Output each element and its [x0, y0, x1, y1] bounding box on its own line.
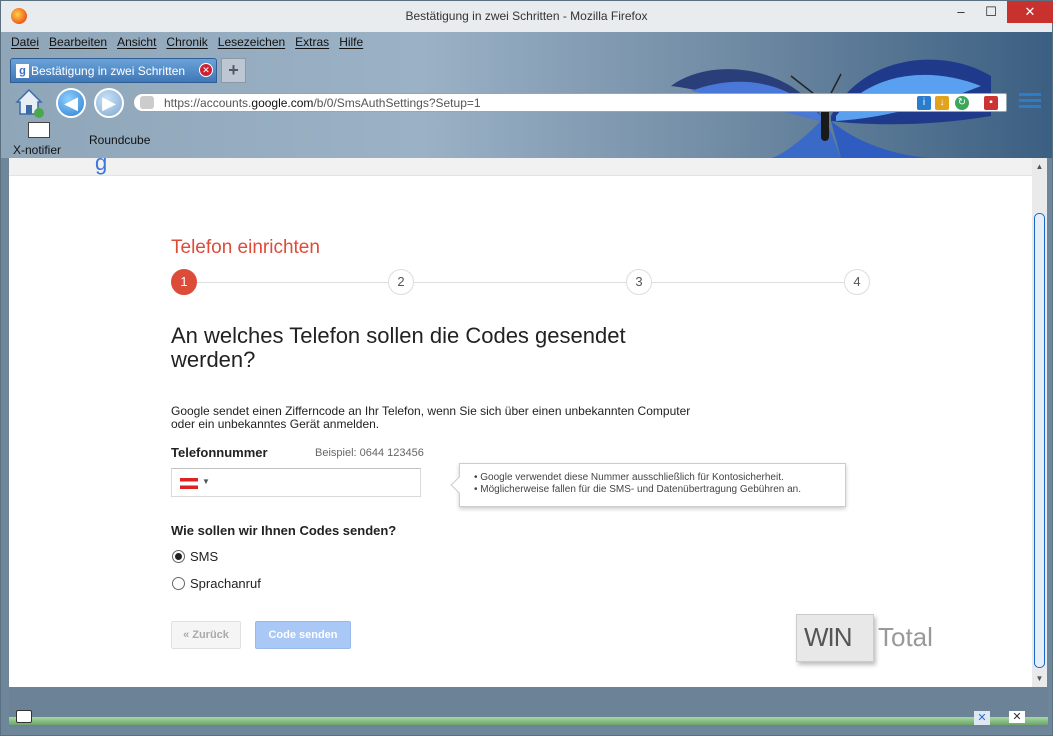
- site-identity-icon[interactable]: [140, 96, 154, 109]
- phone-number-input[interactable]: ▼: [171, 468, 421, 497]
- title-bar: Bestätigung in zwei Schritten - Mozilla …: [1, 1, 1053, 32]
- menu-datei[interactable]: Datei: [11, 35, 39, 53]
- scroll-down-icon[interactable]: ▼: [1032, 670, 1047, 687]
- close-button[interactable]: ✕: [1007, 1, 1053, 23]
- download-arrow-icon[interactable]: ↓: [935, 96, 949, 110]
- step-3: 3: [626, 269, 652, 295]
- minimize-button[interactable]: –: [946, 1, 976, 23]
- radio-sms-label[interactable]: SMS: [190, 549, 218, 564]
- step-2: 2: [388, 269, 414, 295]
- google-favicon-icon: g: [16, 64, 29, 78]
- radio-voice-call[interactable]: [172, 577, 185, 590]
- tab-close-icon[interactable]: ✕: [199, 63, 213, 77]
- menu-ansicht[interactable]: Ansicht: [117, 35, 156, 53]
- x-notifier-status-icon[interactable]: ✕: [1009, 711, 1025, 723]
- x-notifier-icon[interactable]: [28, 122, 50, 138]
- url-bar[interactable]: https://accounts.google.com/b/0/SmsAuthS…: [133, 93, 1007, 112]
- step-1: 1: [171, 269, 197, 295]
- phone-info-tooltip: • Google verwendet diese Nummer ausschli…: [450, 463, 846, 507]
- phone-label: Telefonnummer: [171, 445, 268, 460]
- watermark-part1: WIN: [804, 622, 853, 652]
- window-icon[interactable]: [16, 710, 32, 723]
- new-tab-button[interactable]: +: [221, 58, 246, 83]
- back-button[interactable]: ◀: [56, 88, 86, 118]
- radio-sms[interactable]: [172, 550, 185, 563]
- phone-question: An welches Telefon sollen die Codes gese…: [171, 323, 626, 372]
- hamburger-menu-icon[interactable]: [1019, 93, 1041, 113]
- step-4: 4: [844, 269, 870, 295]
- window-title: Bestätigung in zwei Schritten - Mozilla …: [405, 9, 648, 23]
- scroll-thumb[interactable]: [1034, 213, 1045, 668]
- addon-icon[interactable]: ▪: [984, 96, 998, 110]
- scroll-up-icon[interactable]: ▲: [1032, 158, 1047, 175]
- vertical-scrollbar[interactable]: ▲ ▼: [1032, 158, 1047, 687]
- tab-label: Bestätigung in zwei Schritten: [31, 64, 186, 78]
- google-logo-fragment: g: [95, 158, 108, 175]
- bookmark-roundcube[interactable]: Roundcube: [89, 133, 150, 147]
- addon-status-icon[interactable]: ✕: [974, 711, 990, 725]
- tooltip-arrow: [450, 476, 468, 494]
- maximize-button[interactable]: ☐: [976, 1, 1006, 23]
- status-bar: ✕ ✕: [9, 687, 1048, 727]
- country-dropdown-icon[interactable]: ▼: [202, 477, 210, 486]
- menu-bar: Datei Bearbeiten Ansicht Chronik Lesezei…: [11, 35, 373, 53]
- radio-voice-call-label[interactable]: Sprachanruf: [190, 576, 261, 591]
- progress-line: [184, 282, 864, 283]
- method-question: Wie sollen wir Ihnen Codes senden?: [171, 523, 397, 538]
- url-text[interactable]: https://accounts.google.com/b/0/SmsAuthS…: [164, 96, 481, 110]
- austria-flag-icon[interactable]: [180, 478, 198, 489]
- description-text: Google sendet einen Zifferncode an Ihr T…: [171, 404, 691, 431]
- page-content: g Telefon einrichten 1 2 3 4 An welches …: [9, 158, 1032, 687]
- google-header-strip: g: [9, 158, 1032, 176]
- watermark-part2: Total: [878, 622, 933, 652]
- menu-bearbeiten[interactable]: Bearbeiten: [49, 35, 107, 53]
- home-icon[interactable]: [13, 86, 45, 118]
- menu-hilfe[interactable]: Hilfe: [339, 35, 363, 53]
- send-code-button[interactable]: Code senden: [255, 621, 351, 649]
- sync-icon[interactable]: ↻: [955, 96, 969, 110]
- bookmark-x-notifier[interactable]: X-notifier: [13, 143, 61, 157]
- tooltip-line-2: • Möglicherweise fallen für die SMS- und…: [474, 484, 802, 495]
- menu-extras[interactable]: Extras: [295, 35, 329, 53]
- phone-example: Beispiel: 0644 123456: [315, 447, 424, 459]
- status-progress-strip: [9, 717, 1048, 725]
- menu-lesezeichen[interactable]: Lesezeichen: [218, 35, 285, 53]
- info-icon[interactable]: i: [917, 96, 931, 110]
- tab-active[interactable]: g Bestätigung in zwei Schritten ✕: [10, 58, 217, 83]
- menu-chronik[interactable]: Chronik: [166, 35, 207, 53]
- tooltip-line-1: • Google verwendet diese Nummer ausschli…: [474, 472, 784, 483]
- wintotal-watermark: WIN Total: [796, 608, 946, 664]
- back-step-button[interactable]: « Zurück: [171, 621, 241, 649]
- forward-button[interactable]: ▶: [94, 88, 124, 118]
- page-heading: Telefon einrichten: [171, 237, 320, 258]
- browser-window: Bestätigung in zwei Schritten - Mozilla …: [0, 0, 1053, 736]
